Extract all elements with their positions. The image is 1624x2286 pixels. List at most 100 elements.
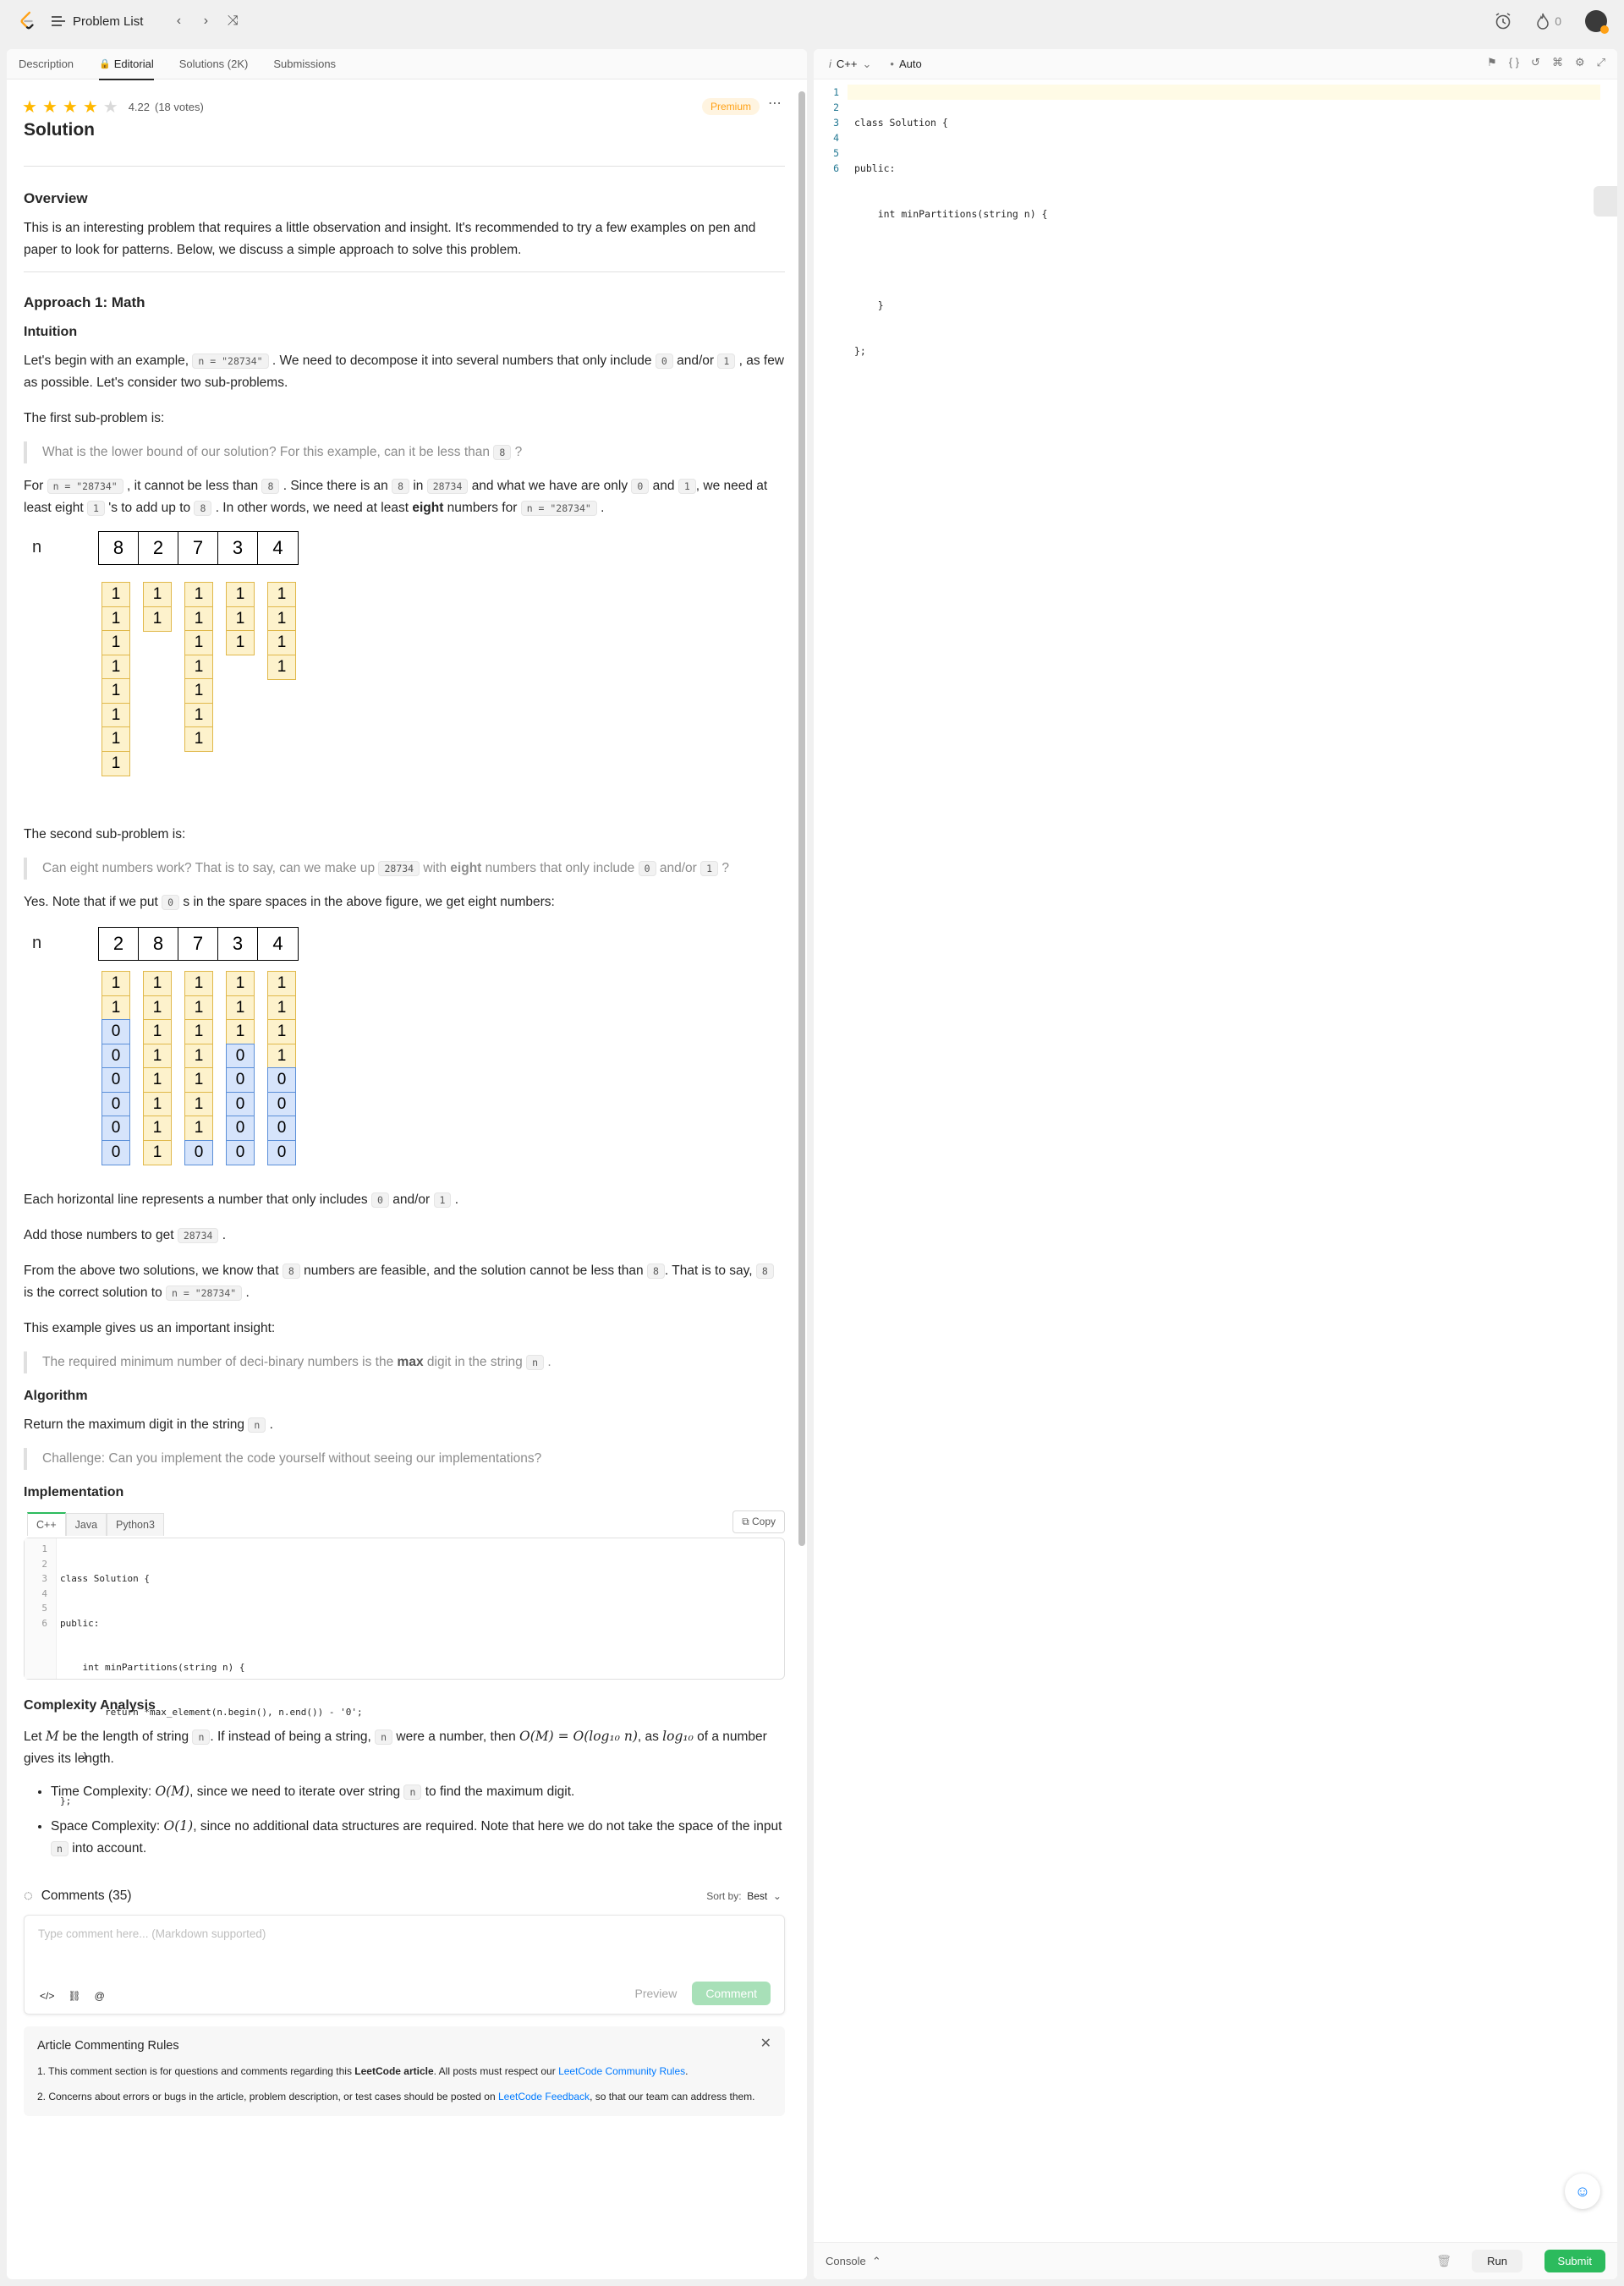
- info-icon: i: [829, 58, 831, 70]
- tab-editorial-label: Editorial: [113, 58, 154, 70]
- avatar[interactable]: [1585, 10, 1609, 34]
- language-tabs: C++ Java Python3 ⧉ Copy: [24, 1510, 785, 1536]
- star-icon[interactable]: ★: [63, 96, 78, 118]
- shortcut-icon[interactable]: ⌘: [1552, 56, 1563, 69]
- article-content: ★ ★ ★ ★ ★ 4.22 (18 votes) Premium ⋯ Solution …: [22, 91, 785, 2116]
- comments-header: ◌ Comments (35) Sort by: Best ⌄: [24, 1887, 785, 1905]
- problem-list-button[interactable]: Problem List: [51, 14, 143, 29]
- paragraph: The second sub-problem is:: [24, 827, 186, 841]
- star-icon[interactable]: ★: [42, 96, 58, 118]
- tab-description[interactable]: Description: [19, 49, 74, 79]
- console-toggle[interactable]: Console ⌃: [826, 2255, 881, 2268]
- comment-icon: ◌: [24, 1887, 33, 1904]
- mention-icon[interactable]: @: [95, 1990, 105, 2002]
- divider: [24, 166, 785, 167]
- algorithm-heading: Algorithm: [24, 1389, 88, 1403]
- chevron-down-icon[interactable]: ⌄: [862, 58, 871, 71]
- preview-button[interactable]: Preview: [635, 1987, 678, 2000]
- paragraph: From the above two solutions, we know th…: [24, 1260, 785, 1304]
- shuffle-icon[interactable]: ⤨: [221, 9, 244, 33]
- notes-sidetab[interactable]: [1594, 186, 1617, 217]
- one-cell: 1: [102, 971, 130, 996]
- reset-icon[interactable]: ↺: [1531, 56, 1540, 69]
- feedback-link[interactable]: LeetCode Feedback: [498, 2091, 590, 2102]
- close-icon[interactable]: ✕: [760, 2037, 771, 2052]
- language-select[interactable]: C++: [837, 58, 858, 70]
- top-bar: Problem List ‹ › ⤨ 0: [0, 0, 1624, 42]
- comment-editor: Type comment here... (Markdown supported…: [24, 1915, 785, 2015]
- tab-cpp[interactable]: C++: [27, 1512, 66, 1536]
- code-line: class Solution {: [854, 117, 948, 129]
- comment-input[interactable]: Type comment here... (Markdown supported…: [38, 1927, 266, 1940]
- scrollbar[interactable]: [798, 91, 805, 1546]
- code-snippet[interactable]: class Solution { public: int minPartitio…: [57, 1538, 363, 1806]
- tab-submissions[interactable]: Submissions: [273, 49, 336, 79]
- bullet-icon: •: [890, 58, 894, 70]
- star-icon[interactable]: ★: [83, 96, 98, 118]
- editorial-panel: Description 🔒 Editorial Solutions (2K) Su…: [7, 49, 807, 2279]
- overview-text: This is an interesting problem that requ…: [24, 221, 756, 257]
- alarm-clock-icon[interactable]: [1494, 12, 1512, 30]
- rating[interactable]: ★ ★ ★ ★ ★ 4.22 (18 votes): [22, 96, 204, 118]
- blockquote: What is the lower bound of our solution?…: [24, 441, 785, 463]
- digit-column: 1111: [267, 582, 296, 680]
- expand-icon[interactable]: ⤢: [1597, 56, 1605, 69]
- one-cell: 1: [143, 1067, 172, 1093]
- community-rules-link[interactable]: LeetCode Community Rules: [558, 2065, 685, 2077]
- line-numbers: 123456: [25, 1538, 57, 1679]
- settings-icon[interactable]: ⚙: [1575, 56, 1585, 69]
- one-cell: 1: [143, 1139, 172, 1165]
- intuition-heading: Intuition: [24, 325, 78, 339]
- one-cell: 1: [226, 630, 255, 655]
- zero-cell: 0: [267, 1067, 296, 1093]
- figure-decomposition-2: n 2 8 7 3 4 1100000011111111111111101110…: [24, 927, 785, 1181]
- tab-editorial[interactable]: 🔒 Editorial: [99, 49, 154, 80]
- one-cell: 1: [102, 750, 130, 776]
- leetcode-logo-icon[interactable]: [19, 11, 37, 31]
- bookmark-icon[interactable]: ⚑: [1487, 56, 1497, 69]
- tab-solutions[interactable]: Solutions (2K): [179, 49, 249, 79]
- sort-dropdown[interactable]: Sort by: Best ⌄: [706, 1890, 782, 1902]
- star-icon[interactable]: ★: [103, 96, 118, 118]
- copy-button[interactable]: ⧉ Copy: [732, 1510, 785, 1533]
- one-cell: 1: [184, 1091, 213, 1117]
- zero-cell: 0: [226, 1116, 255, 1141]
- next-problem-button[interactable]: ›: [194, 9, 217, 33]
- autocomplete-mode[interactable]: Auto: [899, 58, 922, 70]
- one-cell: 1: [184, 995, 213, 1021]
- one-cell: 1: [267, 995, 296, 1021]
- blockquote: Can eight numbers work? That is to say, …: [24, 858, 785, 880]
- run-button[interactable]: Run: [1472, 2250, 1522, 2272]
- code-line: int minPartitions(string n) {: [60, 1662, 245, 1673]
- one-cell: 1: [143, 1019, 172, 1044]
- figure-decomposition-1: n 8 2 7 3 4 111111111111111111111111: [24, 531, 785, 802]
- zero-cell: 0: [184, 1139, 213, 1165]
- one-cell: 1: [267, 654, 296, 680]
- zero-cell: 0: [267, 1116, 296, 1141]
- code-content[interactable]: class Solution { public: int minPartitio…: [854, 85, 1047, 389]
- divider: [24, 271, 785, 272]
- zero-cell: 0: [226, 1139, 255, 1165]
- zero-cell: 0: [102, 1043, 130, 1069]
- prev-problem-button[interactable]: ‹: [167, 9, 190, 33]
- link-icon[interactable]: ⛓: [68, 1990, 80, 2002]
- chat-assistant-icon[interactable]: ☺: [1565, 2174, 1600, 2209]
- streak-counter[interactable]: 0: [1536, 13, 1561, 30]
- tab-python3[interactable]: Python3: [107, 1513, 164, 1536]
- trash-icon[interactable]: 🗑: [1436, 2254, 1451, 2268]
- format-braces-icon[interactable]: { }: [1509, 56, 1519, 69]
- one-cell: 1: [184, 582, 213, 607]
- one-cell: 1: [226, 971, 255, 996]
- code-icon[interactable]: </>: [40, 1990, 54, 2002]
- paragraph: Add those numbers to get 28734 .: [24, 1228, 227, 1243]
- digit-column: 11100000: [226, 971, 255, 1165]
- one-cell: 1: [102, 582, 130, 607]
- tab-java[interactable]: Java: [65, 1513, 107, 1536]
- submit-button[interactable]: Submit: [1544, 2250, 1605, 2272]
- more-options-icon[interactable]: ⋯: [768, 95, 782, 112]
- paragraph: The first sub-problem is:: [24, 411, 165, 425]
- zero-cell: 0: [226, 1091, 255, 1117]
- star-icon[interactable]: ★: [22, 96, 37, 118]
- paragraph: Let's begin with an example, n = "28734"…: [24, 354, 785, 390]
- comment-button[interactable]: Comment: [692, 1982, 771, 2005]
